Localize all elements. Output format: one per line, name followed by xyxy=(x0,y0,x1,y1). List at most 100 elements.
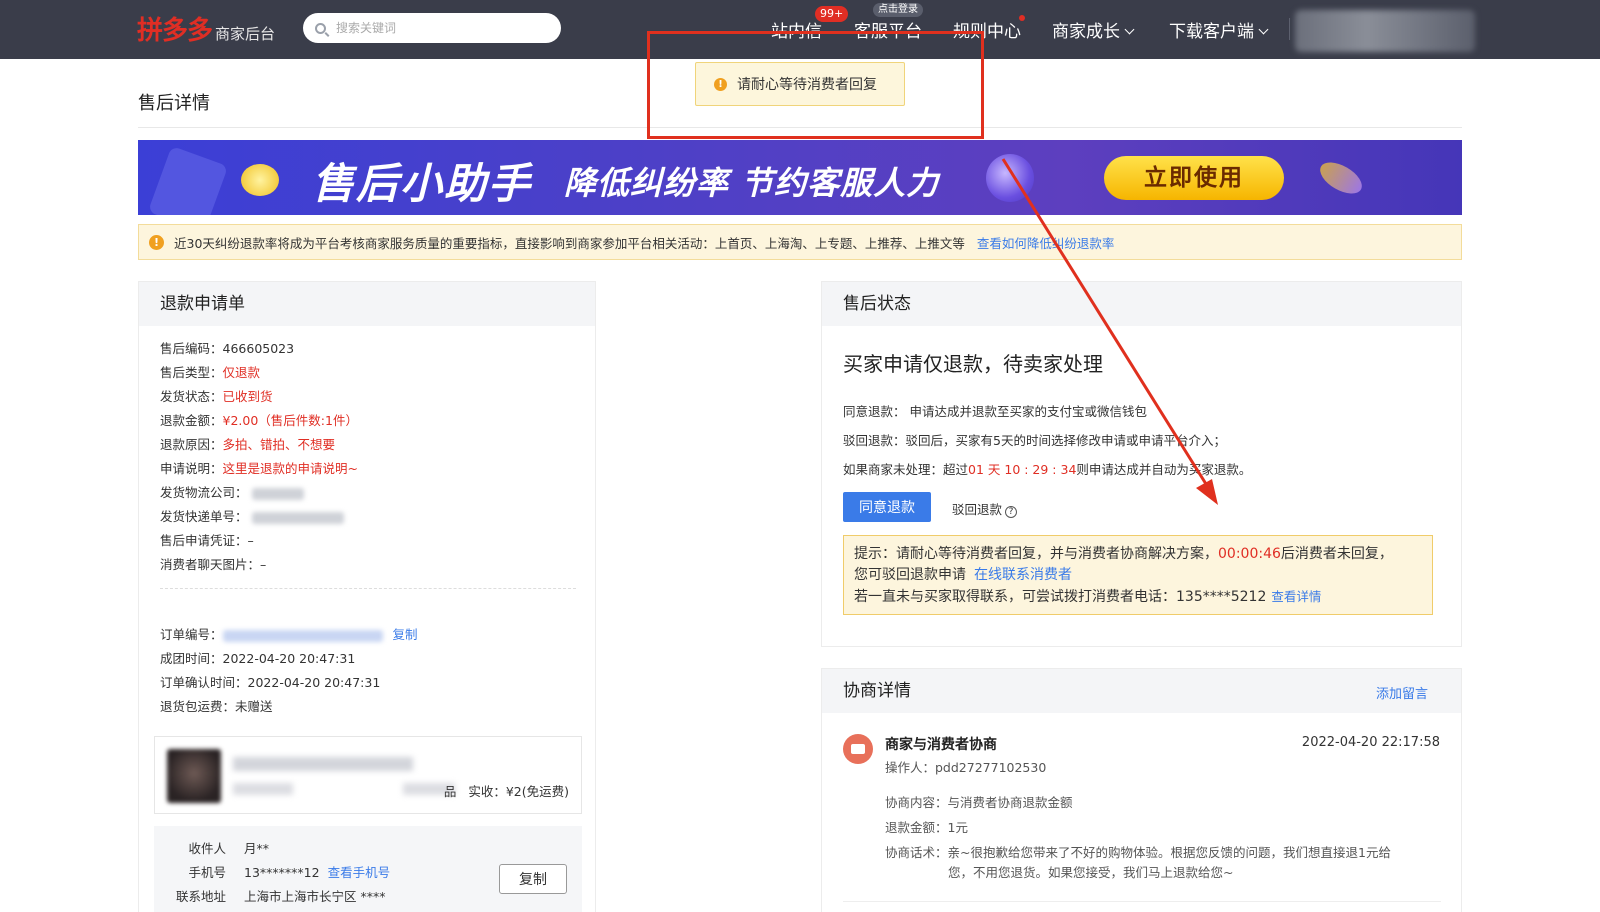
notice-text: 近30天纠纷退款率将成为平台考核商家服务质量的重要指标，直接影响到商家参加平台相… xyxy=(174,235,965,251)
return-shipping-fee: 未赠送 xyxy=(235,699,273,714)
negotiation-amount: 退款金额：1元 xyxy=(885,820,968,835)
banner-subtitle: 降低纠纷率 节约客服人力 xyxy=(564,164,940,202)
logistics-company-redacted xyxy=(251,487,304,500)
aftersale-evidence: – xyxy=(247,533,254,548)
agree-refund-button[interactable]: 同意退款 xyxy=(843,492,931,522)
search-box[interactable] xyxy=(303,13,561,43)
product-spec-redacted xyxy=(233,783,293,795)
refund-application-card: 退款申请单 售后编码：466605023 售后类型：仅退款 发货状态：已收到货 … xyxy=(138,281,596,912)
refund-field: 申请说明：这里是退款的申请说明~ xyxy=(160,458,358,477)
script-label: 协商话术： xyxy=(885,845,948,860)
reduce-dispute-link[interactable]: 查看如何降低纠纷退款率 xyxy=(977,233,1115,252)
negotiation-script-cont: 您，不用您退货。如果您接受，我们马上退款给您~ xyxy=(948,865,1234,880)
nav-merchant-growth-label: 商家成长 xyxy=(1052,22,1120,42)
field-label: 消费者聊天图片： xyxy=(160,557,261,572)
address-row: 联系地址 上海市上海市长宁区 **** xyxy=(154,886,386,905)
logo-main: 拼多多 xyxy=(137,16,213,46)
agree-explanation: 同意退款： 申请达成并退款至买家的支付宝或微信钱包 xyxy=(843,404,1147,419)
order-number-row: 订单编号： 复制 xyxy=(160,624,418,643)
aftersale-status-card: 售后状态 买家申请仅退款，待卖家处理 同意退款： 申请达成并退款至买家的支付宝或… xyxy=(821,281,1462,647)
field-label: 发货状态： xyxy=(160,389,223,404)
annotation-highlight-box xyxy=(647,31,984,139)
goods-item[interactable]: 品 实收：¥2(免运费) xyxy=(154,736,582,814)
receiver-row: 收件人 月** xyxy=(154,838,269,857)
banner-title: 售后小助手 xyxy=(312,159,533,208)
pending-prefix: 如果商家未处理：超过 xyxy=(843,462,969,477)
contact-consumer-link[interactable]: 在线联系消费者 xyxy=(974,567,1072,583)
reject-refund-link[interactable]: 驳回退款? xyxy=(952,499,1018,518)
field-label: 售后申请凭证： xyxy=(160,533,248,548)
refund-field: 发货快递单号： xyxy=(160,506,344,525)
reject-refund-label: 驳回退款 xyxy=(952,502,1003,517)
field-label: 退款原因： xyxy=(160,437,223,452)
group-time: 2022-04-20 20:47:31 xyxy=(222,651,356,666)
goods-suffix: 品 xyxy=(443,784,457,799)
chevron-down-icon xyxy=(1124,24,1135,35)
paid-amount: 实收：¥2(免运费) xyxy=(468,784,569,799)
add-note-link[interactable]: 添加留言 xyxy=(1376,683,1428,702)
field-label: 发货快递单号： xyxy=(160,509,248,524)
field-label: 发货物流公司： xyxy=(160,485,248,500)
tip-line-2: 您可驳回退款申请 在线联系消费者 xyxy=(854,565,1422,586)
product-name-redacted xyxy=(233,757,413,771)
copy-address-button[interactable]: 复制 xyxy=(499,864,567,894)
field-label: 退货包运费： xyxy=(160,699,236,714)
user-account-menu[interactable] xyxy=(1295,10,1475,52)
aftersale-assistant-banner[interactable]: 售后小助手 降低纠纷率 节约客服人力 立即使用 xyxy=(138,140,1462,215)
phone-row: 手机号 13*******12 查看手机号 xyxy=(154,862,390,881)
banner-decoration xyxy=(1315,156,1367,200)
shipping-address-box: 收件人 月** 手机号 13*******12 查看手机号 联系地址 上海市上海市长宁区… xyxy=(154,826,582,912)
tip-line-1-suffix: 后消费者未回复， xyxy=(1280,546,1393,562)
order-field: 订单确认时间：2022-04-20 20:47:31 xyxy=(160,672,380,691)
pinduoduo-logo[interactable]: 拼多多 商家后台 xyxy=(137,10,275,47)
negotiation-operator: 操作人：pdd27277102530 xyxy=(885,760,1047,775)
refund-amount: ¥2.00（售后件数:1件） xyxy=(222,413,358,428)
negotiation-entry-time: 2022-04-20 22:17:58 xyxy=(1301,735,1440,750)
negotiation-card-header: 协商详情 xyxy=(822,669,1461,713)
entry-divider xyxy=(843,901,1441,902)
negotiation-entry-title: 商家与消费者协商 xyxy=(885,737,997,753)
field-label: 订单确认时间： xyxy=(160,675,248,690)
pending-suffix: 则申请达成并自动为买家退款。 xyxy=(1076,462,1252,477)
search-input[interactable] xyxy=(336,21,536,35)
view-phone-link[interactable]: 查看手机号 xyxy=(328,865,391,880)
tip-line-1: 提示：请耐心等待消费者回复，并与消费者协商解决方案，00:00:46后消费者未回… xyxy=(854,544,1422,565)
nav-download-client[interactable]: 下载客户端 xyxy=(1169,17,1269,42)
refund-field: 发货物流公司： xyxy=(160,482,304,501)
refund-field: 发货状态：已收到货 xyxy=(160,386,273,405)
refund-card-header: 退款申请单 xyxy=(139,282,595,326)
reject-explanation: 驳回退款：驳回后，买家有5天的时间选择修改申请或申请平台介入； xyxy=(843,433,1226,448)
receiver-label: 收件人 xyxy=(188,841,226,856)
receiver-name: 月** xyxy=(244,841,270,856)
tip-line-3-prefix: 若一直未与买家取得联系，可尝试拨打消费者电话：135****5212 xyxy=(854,589,1267,605)
product-thumbnail xyxy=(167,749,221,803)
use-now-button[interactable]: 立即使用 xyxy=(1104,156,1284,200)
field-label: 成团时间： xyxy=(160,651,223,666)
phone-label: 手机号 xyxy=(188,865,226,880)
order-field: 退货包运费：未赠送 xyxy=(160,696,273,715)
tracking-number-redacted xyxy=(251,511,344,524)
refund-field: 售后类型：仅退款 xyxy=(160,362,260,381)
tip-line-1-prefix: 提示：请耐心等待消费者回复，并与消费者协商解决方案， xyxy=(854,546,1218,562)
field-label: 售后编码： xyxy=(160,341,223,356)
nav-download-client-label: 下载客户端 xyxy=(1169,22,1254,42)
consumer-chat-images: – xyxy=(260,557,267,572)
view-details-link[interactable]: 查看详情 xyxy=(1271,589,1321,604)
negotiation-details-card: 协商详情 添加留言 商家与消费者协商 2022-04-20 22:17:58 操… xyxy=(821,668,1462,912)
address-label: 联系地址 xyxy=(175,889,226,904)
help-icon[interactable]: ? xyxy=(1005,506,1018,518)
goods-paid-row: 品 实收：¥2(免运费) xyxy=(444,781,569,800)
copy-order-number-link[interactable]: 复制 xyxy=(393,627,418,642)
login-tip[interactable]: 点击登录 xyxy=(873,3,923,17)
tip-line-2-prefix: 您可驳回退款申请 xyxy=(854,567,966,583)
nav-merchant-growth[interactable]: 商家成长 xyxy=(1052,17,1135,42)
logo-sub: 商家后台 xyxy=(215,25,276,43)
refund-field: 退款金额：¥2.00（售后件数:1件） xyxy=(160,410,358,429)
rules-new-dot xyxy=(1019,15,1025,21)
field-label: 售后类型： xyxy=(160,365,223,380)
search-icon xyxy=(315,22,326,34)
aftersale-code: 466605023 xyxy=(222,341,295,356)
order-number-redacted xyxy=(222,629,383,642)
section-divider xyxy=(160,588,576,589)
chevron-down-icon xyxy=(1258,24,1269,35)
